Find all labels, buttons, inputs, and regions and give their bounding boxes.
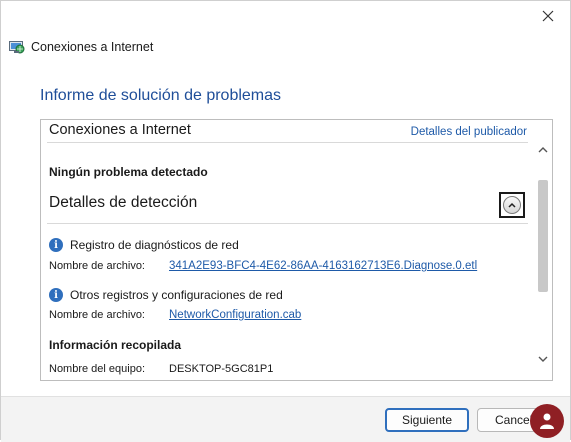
title-row: Conexiones a Internet bbox=[9, 38, 153, 56]
troubleshooter-window: Conexiones a Internet Informe de solució… bbox=[0, 0, 571, 442]
publisher-details-link[interactable]: Detalles del publicador bbox=[411, 126, 527, 138]
info-icon: i bbox=[49, 288, 63, 302]
divider bbox=[47, 223, 528, 224]
close-icon bbox=[542, 10, 554, 22]
window-title: Conexiones a Internet bbox=[31, 40, 154, 54]
next-button[interactable]: Siguiente bbox=[385, 408, 469, 432]
collapse-button[interactable] bbox=[499, 192, 525, 218]
section-title: Conexiones a Internet bbox=[49, 122, 191, 138]
report-panel: Conexiones a Internet Detalles del publi… bbox=[40, 119, 553, 381]
close-button[interactable] bbox=[534, 5, 562, 27]
watermark-logo bbox=[530, 404, 564, 438]
report-content: Conexiones a Internet Detalles del publi… bbox=[41, 120, 534, 380]
file-name-label: Nombre de archivo: bbox=[49, 260, 145, 272]
collected-info-title: Información recopilada bbox=[49, 338, 182, 352]
file-name-label: Nombre de archivo: bbox=[49, 309, 145, 321]
scroll-up-button[interactable] bbox=[534, 140, 552, 158]
item-title: Otros registros y configuraciones de red bbox=[70, 288, 283, 302]
chevron-up-icon bbox=[503, 196, 521, 214]
divider bbox=[47, 142, 528, 143]
status-text: Ningún problema detectado bbox=[49, 165, 208, 179]
computer-name-label: Nombre del equipo: bbox=[49, 363, 146, 375]
computer-name-row: Nombre del equipo: DESKTOP-5GC81P1 bbox=[49, 363, 273, 375]
info-icon: i bbox=[49, 238, 63, 252]
scrollbar-thumb[interactable] bbox=[538, 180, 548, 292]
computer-name-value: DESKTOP-5GC81P1 bbox=[169, 363, 274, 375]
diagnostic-log-item: i Registro de diagnósticos de red bbox=[49, 238, 239, 252]
vertical-scrollbar[interactable] bbox=[534, 120, 552, 380]
item-title: Registro de diagnósticos de red bbox=[70, 238, 239, 252]
chevron-down-icon bbox=[538, 356, 548, 362]
file-name-row: Nombre de archivo: 341A2E93-BFC4-4E62-86… bbox=[49, 260, 477, 272]
file-name-row: Nombre de archivo: NetworkConfiguration.… bbox=[49, 309, 301, 321]
scroll-down-button[interactable] bbox=[534, 350, 552, 368]
person-icon bbox=[540, 413, 554, 429]
diagnostic-file-link[interactable]: 341A2E93-BFC4-4E62-86AA-4163162713E6.Dia… bbox=[169, 260, 477, 272]
network-config-file-link[interactable]: NetworkConfiguration.cab bbox=[169, 309, 301, 321]
chevron-up-icon bbox=[538, 146, 548, 152]
page-title: Informe de solución de problemas bbox=[40, 87, 282, 104]
network-config-item: i Otros registros y configuraciones de r… bbox=[49, 288, 283, 302]
footer-bar: Siguiente Cancelar bbox=[1, 396, 570, 442]
internet-connection-icon bbox=[9, 41, 25, 54]
detection-details-title: Detalles de detección bbox=[49, 194, 198, 211]
